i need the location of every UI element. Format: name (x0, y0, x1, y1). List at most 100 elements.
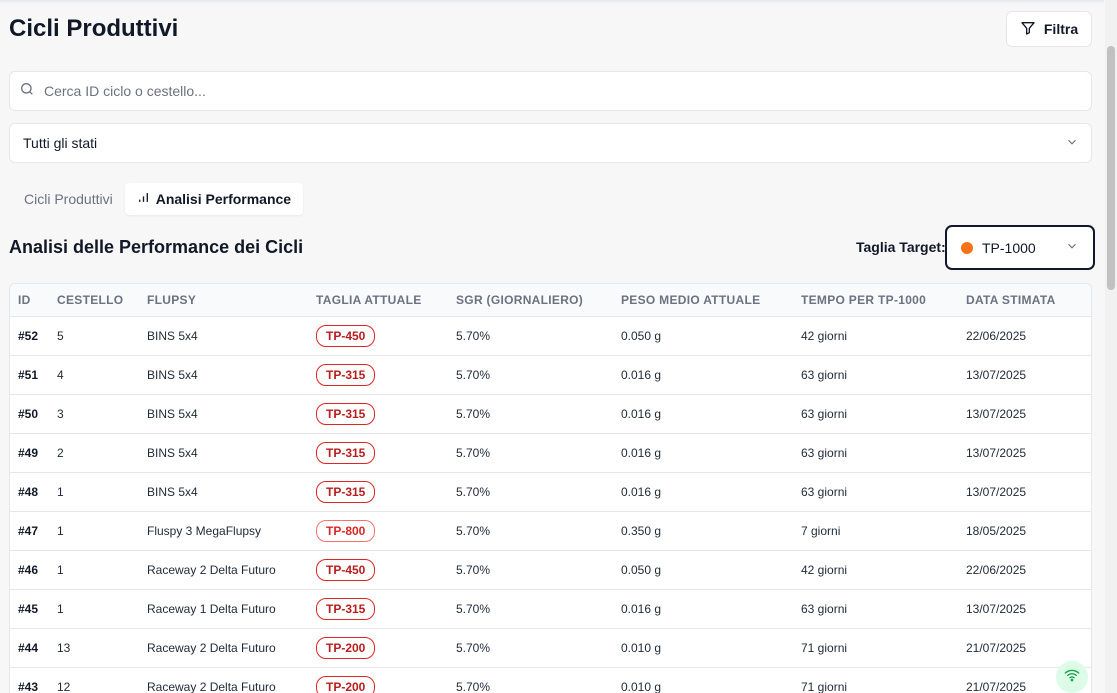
cell-id: #50 (10, 394, 57, 434)
cell-id: #48 (10, 472, 57, 512)
cell-sgr: 5.70% (456, 355, 621, 395)
cell-cestello: 13 (57, 628, 147, 668)
cell-taglia: TP-315 (316, 433, 456, 473)
cell-taglia: TP-315 (316, 589, 456, 629)
col-header-sgr[interactable]: SGR (GIORNALIERO) (456, 284, 621, 317)
table-row[interactable]: #44 13 Raceway 2 Delta Futuro TP-200 5.7… (10, 628, 1091, 668)
cell-taglia: TP-200 (316, 667, 456, 693)
cell-tempo: 63 giorni (801, 433, 966, 473)
search-input[interactable] (44, 83, 1091, 99)
cell-taglia: TP-315 (316, 355, 456, 395)
search-box (9, 71, 1092, 111)
col-header-flupsy[interactable]: FLUPSY (147, 284, 316, 317)
connection-status-button[interactable] (1056, 661, 1088, 693)
view-tabs: Cicli Produttivi Analisi Performance (9, 179, 306, 219)
cell-flupsy: Raceway 2 Delta Futuro (147, 667, 316, 693)
size-badge: TP-315 (316, 441, 376, 464)
top-shadow (0, 0, 1104, 4)
size-badge: TP-315 (316, 363, 376, 386)
cell-cestello: 4 (57, 355, 147, 395)
cell-taglia: TP-450 (316, 550, 456, 590)
cell-peso: 0.016 g (621, 433, 801, 473)
table-row[interactable]: #43 12 Raceway 2 Delta Futuro TP-200 5.7… (10, 667, 1091, 693)
col-header-taglia[interactable]: TAGLIA ATTUALE (316, 284, 456, 317)
cell-peso: 0.010 g (621, 667, 801, 693)
cell-flupsy: BINS 5x4 (147, 316, 316, 356)
col-header-cestello[interactable]: CESTELLO (57, 284, 147, 317)
table-row[interactable]: #50 3 BINS 5x4 TP-315 5.70% 0.016 g 63 g… (10, 394, 1091, 434)
cell-cestello: 1 (57, 550, 147, 590)
cell-id: #44 (10, 628, 57, 668)
cell-cestello: 2 (57, 433, 147, 473)
cell-flupsy: BINS 5x4 (147, 472, 316, 512)
cell-flupsy: Raceway 2 Delta Futuro (147, 550, 316, 590)
status-filter-select[interactable]: Tutti gli stati (9, 123, 1092, 163)
col-header-data[interactable]: DATA STIMATA (966, 284, 1091, 317)
page-scrollbar[interactable] (1105, 0, 1117, 693)
table-row[interactable]: #51 4 BINS 5x4 TP-315 5.70% 0.016 g 63 g… (10, 355, 1091, 395)
size-badge: TP-800 (316, 519, 376, 542)
cell-peso: 0.016 g (621, 355, 801, 395)
cell-id: #46 (10, 550, 57, 590)
filter-button-label: Filtra (1043, 21, 1079, 37)
cell-taglia: TP-450 (316, 316, 456, 356)
cell-flupsy: Raceway 1 Delta Futuro (147, 589, 316, 629)
scrollbar-thumb[interactable] (1107, 46, 1115, 290)
chevron-down-icon (1065, 239, 1079, 256)
cell-sgr: 5.70% (456, 667, 621, 693)
cell-cestello: 5 (57, 316, 147, 356)
chevron-down-icon (1065, 135, 1079, 152)
cell-sgr: 5.70% (456, 472, 621, 512)
cell-tempo: 71 giorni (801, 628, 966, 668)
col-header-tempo[interactable]: TEMPO PER TP-1000 (801, 284, 966, 317)
size-badge: TP-315 (316, 402, 376, 425)
tab-cicli-produttivi[interactable]: Cicli Produttivi (12, 183, 125, 215)
table-row[interactable]: #49 2 BINS 5x4 TP-315 5.70% 0.016 g 63 g… (10, 433, 1091, 473)
cell-taglia: TP-800 (316, 511, 456, 551)
cell-flupsy: BINS 5x4 (147, 433, 316, 473)
col-header-id[interactable]: ID (10, 284, 57, 317)
size-badge: TP-200 (316, 636, 376, 659)
cell-tempo: 63 giorni (801, 589, 966, 629)
cell-flupsy: BINS 5x4 (147, 394, 316, 434)
cell-id: #43 (10, 667, 57, 693)
filter-button[interactable]: Filtra (1006, 11, 1092, 47)
cell-data: 13/07/2025 (966, 394, 1091, 434)
table-row[interactable]: #45 1 Raceway 1 Delta Futuro TP-315 5.70… (10, 589, 1091, 629)
search-icon (19, 81, 35, 102)
table-row[interactable]: #47 1 Fluspy 3 MegaFlupsy TP-800 5.70% 0… (10, 511, 1091, 551)
cell-taglia: TP-200 (316, 628, 456, 668)
cell-peso: 0.050 g (621, 316, 801, 356)
cell-data: 13/07/2025 (966, 355, 1091, 395)
size-badge: TP-315 (316, 597, 376, 620)
cell-taglia: TP-315 (316, 394, 456, 434)
cell-peso: 0.016 g (621, 394, 801, 434)
cell-cestello: 3 (57, 394, 147, 434)
cell-data: 22/06/2025 (966, 316, 1091, 356)
cell-cestello: 1 (57, 472, 147, 512)
cell-cestello: 1 (57, 589, 147, 629)
cell-tempo: 7 giorni (801, 511, 966, 551)
table-row[interactable]: #46 1 Raceway 2 Delta Futuro TP-450 5.70… (10, 550, 1091, 590)
col-header-peso[interactable]: PESO MEDIO ATTUALE (621, 284, 801, 317)
table-header-row: ID CESTELLO FLUPSY TAGLIA ATTUALE SGR (G… (10, 284, 1091, 317)
cell-cestello: 12 (57, 667, 147, 693)
target-size-select[interactable]: TP-1000 (945, 225, 1095, 270)
cell-data: 18/05/2025 (966, 511, 1091, 551)
cell-sgr: 5.70% (456, 433, 621, 473)
cell-sgr: 5.70% (456, 316, 621, 356)
page-title: Cicli Produttivi (9, 15, 179, 42)
cell-tempo: 42 giorni (801, 316, 966, 356)
cell-peso: 0.350 g (621, 511, 801, 551)
cell-id: #51 (10, 355, 57, 395)
cell-flupsy: Fluspy 3 MegaFlupsy (147, 511, 316, 551)
cell-taglia: TP-315 (316, 472, 456, 512)
cell-data: 13/07/2025 (966, 589, 1091, 629)
target-size-value: TP-1000 (982, 239, 1036, 256)
size-badge: TP-450 (316, 558, 376, 581)
table-row[interactable]: #52 5 BINS 5x4 TP-450 5.70% 0.050 g 42 g… (10, 316, 1091, 356)
cell-sgr: 5.70% (456, 589, 621, 629)
tab-analisi-performance[interactable]: Analisi Performance (124, 183, 304, 215)
target-size-label: Taglia Target: (856, 239, 946, 255)
table-row[interactable]: #48 1 BINS 5x4 TP-315 5.70% 0.016 g 63 g… (10, 472, 1091, 512)
